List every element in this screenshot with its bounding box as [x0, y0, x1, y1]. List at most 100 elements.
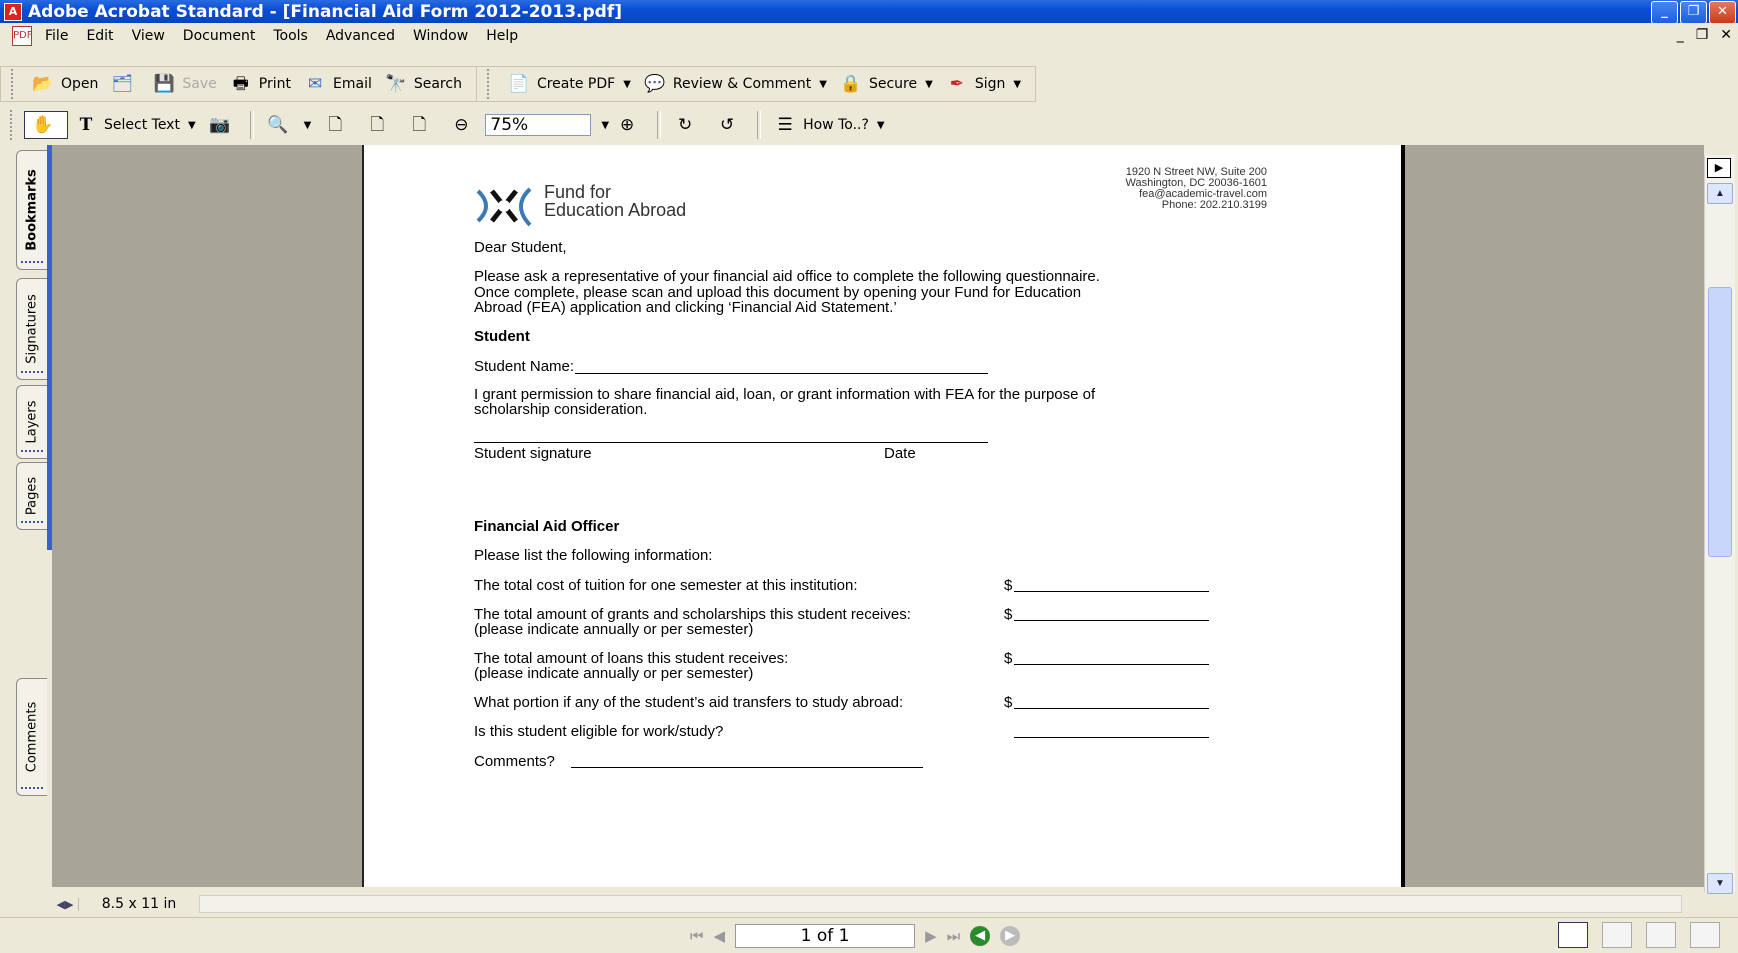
tab-signatures[interactable]: Signatures	[16, 278, 47, 380]
create-pdf-button[interactable]: 📄 Create PDF ▼	[501, 69, 637, 99]
fit-width-button[interactable]: 🗋	[401, 110, 443, 140]
document-view[interactable]: Fund for Education Abroad 1920 N Street …	[52, 145, 1704, 887]
fit-page-icon: 🗋	[370, 115, 385, 135]
signature-line	[474, 442, 988, 443]
tuition-answer-line	[1014, 591, 1209, 592]
zoom-in-tool-button[interactable]: 🔍 ▼	[260, 110, 318, 140]
rotate-clockwise-button[interactable]: ↻	[667, 110, 709, 140]
print-label: Print	[258, 76, 291, 92]
menu-window[interactable]: Window	[404, 28, 477, 44]
continuous-facing-view-button[interactable]	[1646, 922, 1676, 948]
actual-size-button[interactable]: 🗋	[317, 110, 359, 140]
sign-button[interactable]: ✒ Sign ▼	[939, 69, 1027, 99]
next-page-icon[interactable]: ▶	[925, 927, 937, 945]
rotate-counterclockwise-button[interactable]: ↺	[709, 110, 751, 140]
zoom-level-input[interactable]: 75%	[485, 114, 592, 136]
chevron-down-icon[interactable]: ▼	[819, 79, 827, 90]
loans-note: (please indicate annually or per semeste…	[474, 665, 754, 682]
split-handle-icon[interactable]: ◀▶	[52, 897, 79, 911]
close-button[interactable]: ✕	[1709, 1, 1736, 24]
org-address: 1920 N Street NW, Suite 200 Washington, …	[1126, 167, 1267, 211]
horizontal-scrollbar[interactable]	[199, 895, 1682, 913]
open-label: Open	[61, 76, 99, 92]
pen-icon: ✒	[949, 74, 964, 94]
last-page-icon[interactable]: ⏭	[947, 927, 961, 945]
scroll-up-button[interactable]: ▲	[1707, 183, 1733, 204]
page-number-input[interactable]: 1 of 1	[735, 924, 916, 948]
review-comment-label: Review & Comment	[672, 76, 812, 92]
chevron-down-icon[interactable]: ▼	[925, 79, 933, 90]
toolbar-grip[interactable]	[11, 69, 17, 99]
intro-line: Please ask a representative of your fina…	[474, 268, 1100, 285]
rotate-counterclockwise-icon: ↺	[719, 115, 735, 135]
menu-edit[interactable]: Edit	[77, 28, 122, 44]
zoom-dropdown-chevron-icon[interactable]: ▼	[601, 120, 609, 131]
workstudy-answer-line	[1014, 737, 1209, 738]
snapshot-tool-button[interactable]: 📷	[202, 110, 244, 140]
minus-circle-icon: ⊖	[454, 115, 469, 135]
tab-comments-label: Comments	[24, 701, 40, 773]
review-comment-icon: 💬	[644, 74, 666, 94]
facing-view-button[interactable]	[1690, 922, 1720, 948]
create-pdf-label: Create PDF	[536, 76, 616, 92]
toolbar-grip-3[interactable]	[10, 110, 16, 140]
chevron-down-icon[interactable]: ▼	[1013, 79, 1021, 90]
restore-button[interactable]: ❐	[1680, 1, 1707, 24]
document-minimize-button[interactable]: _	[1677, 27, 1684, 43]
fit-page-button[interactable]: 🗋	[359, 110, 401, 140]
pdf-page: Fund for Education Abroad 1920 N Street …	[362, 145, 1405, 887]
next-view-icon[interactable]: ▶	[1000, 926, 1021, 946]
email-button[interactable]: ✉ Email	[297, 69, 378, 99]
first-page-icon[interactable]: ⏮	[690, 927, 704, 945]
chevron-down-icon[interactable]: ▼	[623, 79, 631, 90]
menu-tools[interactable]: Tools	[264, 28, 317, 44]
tab-pages[interactable]: Pages	[16, 462, 47, 530]
toolbar-grip-2[interactable]	[486, 69, 493, 99]
select-text-button[interactable]: T Select Text ▼	[68, 110, 202, 140]
document-close-button[interactable]: ✕	[1720, 27, 1732, 43]
hand-tool-button[interactable]: ✋	[24, 111, 68, 139]
acrobat-app-icon[interactable]: A	[4, 2, 22, 21]
tab-layers[interactable]: Layers	[16, 385, 47, 459]
officer-heading: Financial Aid Officer	[474, 518, 620, 535]
scrollbar-thumb[interactable]	[1708, 287, 1732, 557]
print-button[interactable]: 🖶 Print	[223, 69, 297, 99]
minimize-button[interactable]: _	[1651, 1, 1678, 24]
review-comment-button[interactable]: 💬 Review & Comment ▼	[637, 69, 833, 99]
toolbar-separator	[757, 111, 762, 139]
toolbar-separator	[657, 111, 662, 139]
folder-open-icon: 📂	[32, 74, 54, 94]
vertical-scrollbar[interactable]: ▲ ▼	[1704, 155, 1735, 894]
menu-view[interactable]: View	[123, 28, 174, 44]
chevron-down-icon[interactable]: ▼	[188, 120, 196, 131]
permission-line: scholarship consideration.	[474, 401, 648, 418]
document-restore-button[interactable]: ❐	[1696, 27, 1709, 43]
organizer-button[interactable]: 🗂	[104, 69, 146, 99]
page-arrow-right-icon[interactable]: ▶	[1707, 158, 1731, 178]
scroll-down-button[interactable]: ▼	[1707, 873, 1733, 894]
continuous-view-button[interactable]	[1602, 922, 1632, 948]
how-to-list-icon: ☰	[777, 115, 793, 135]
zoom-in-button[interactable]: ⊕	[609, 110, 651, 140]
secure-button[interactable]: 🔒 Secure ▼	[833, 69, 939, 99]
save-label: Save	[182, 76, 217, 92]
tab-comments[interactable]: Comments	[16, 678, 47, 796]
menu-advanced[interactable]: Advanced	[317, 28, 404, 44]
single-page-view-button[interactable]	[1558, 922, 1588, 948]
camera-icon: 📷	[209, 115, 231, 135]
save-button[interactable]: 💾 Save	[146, 69, 222, 99]
menu-help[interactable]: Help	[477, 28, 527, 44]
search-button[interactable]: 🔭 Search	[378, 69, 468, 99]
previous-view-icon[interactable]: ◀	[970, 926, 991, 946]
search-label: Search	[413, 76, 462, 92]
tab-bookmarks[interactable]: Bookmarks	[16, 150, 47, 270]
chevron-down-icon[interactable]: ▼	[877, 120, 885, 131]
menu-file[interactable]: File	[36, 28, 77, 44]
chevron-down-icon[interactable]: ▼	[304, 120, 312, 131]
how-to-button[interactable]: ☰ How To..? ▼	[767, 110, 891, 140]
menu-document[interactable]: Document	[174, 28, 265, 44]
pdf-document-icon[interactable]: PDF	[12, 26, 32, 46]
zoom-out-button[interactable]: ⊖	[443, 110, 485, 140]
open-button[interactable]: 📂 Open	[25, 69, 104, 99]
previous-page-icon[interactable]: ◀	[714, 927, 726, 945]
